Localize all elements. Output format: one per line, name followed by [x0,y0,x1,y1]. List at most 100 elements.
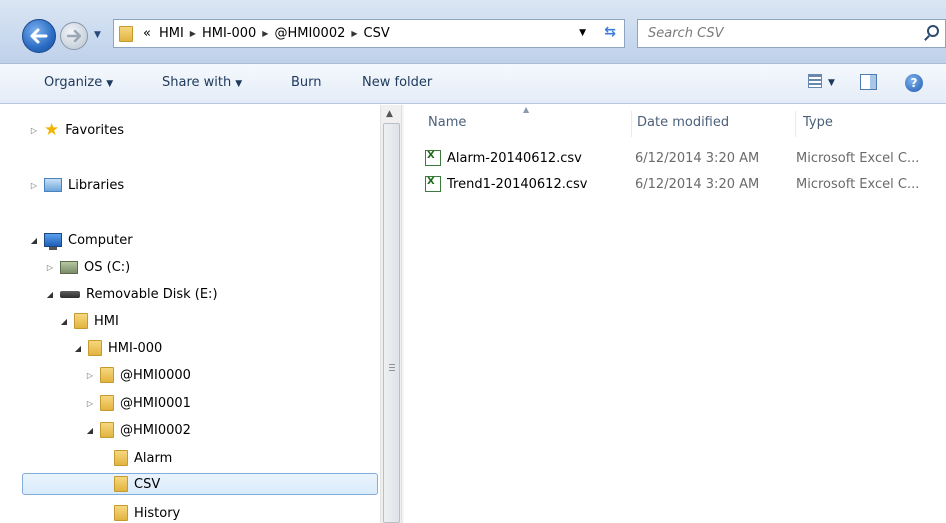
organize-label: Organize [44,75,103,90]
column-divider[interactable] [795,111,796,137]
share-with-label: Share with [162,75,232,90]
recent-pages-chevron-icon[interactable]: ▼ [94,30,101,40]
tree-item-libraries[interactable]: ▷ Libraries [28,174,124,196]
file-row[interactable]: Trend1-20140612.csv 6/12/2014 3:20 AM Mi… [425,173,946,195]
file-row[interactable]: Alarm-20140612.csv 6/12/2014 3:20 AM Mic… [425,147,946,169]
tree-item-history[interactable]: History [98,502,180,523]
search-input[interactable] [638,20,908,47]
collapse-icon[interactable]: ◢ [44,290,56,299]
file-date-modified: 6/12/2014 3:20 AM [635,176,760,192]
collapse-icon[interactable]: ◢ [72,344,84,353]
removable-disk-icon [60,290,80,298]
tree-item-os-drive[interactable]: ▷ OS (C:) [44,256,130,278]
address-dropdown-icon[interactable]: ▼ [579,28,586,38]
excel-file-icon [425,150,441,166]
scrollbar-thumb[interactable] [383,123,400,523]
tree-item-label: Alarm [134,450,173,466]
address-bar-region: ▼ « HMI ▶ HMI-000 ▶ @HMI0002 ▶ CSV ▼ ⇆ [0,0,946,64]
collapse-icon[interactable]: ◢ [58,317,70,326]
tree-item-hmi0002[interactable]: ◢ @HMI0002 [84,419,191,441]
breadcrumb-hmi0002[interactable]: @HMI0002 [270,26,349,41]
folder-icon [114,505,128,521]
breadcrumb-hmi[interactable]: HMI [155,26,188,41]
expand-icon[interactable]: ▷ [28,126,40,135]
folder-icon [88,340,102,356]
drive-icon [60,260,78,274]
forward-button[interactable] [60,22,88,50]
tree-item-label: @HMI0000 [120,367,191,383]
sort-ascending-icon: ▲ [523,105,530,114]
tree-item-label: OS (C:) [84,259,131,275]
tree-item-hmi0000[interactable]: ▷ @HMI0000 [84,364,191,386]
tree-item-hmi-000[interactable]: ◢ HMI-000 [72,337,162,359]
expand-icon[interactable]: ▷ [44,263,56,272]
folder-icon [100,422,114,438]
file-type: Microsoft Excel C... [796,150,920,166]
expand-icon[interactable]: ▷ [84,399,96,408]
change-view-icon[interactable] [808,74,822,88]
chevron-down-icon: ▼ [235,79,243,89]
share-with-menu[interactable]: Share with ▼ [162,75,242,90]
tree-item-favorites[interactable]: ▷ ★ Favorites [28,119,124,141]
tree-item-label: @HMI0002 [120,422,191,438]
chevron-right-icon[interactable]: ▶ [349,29,359,38]
folder-icon [100,367,114,383]
tree-item-removable-disk[interactable]: ◢ Removable Disk (E:) [44,283,218,305]
new-folder-button[interactable]: New folder [362,75,432,90]
breadcrumb-hmi-000[interactable]: HMI-000 [198,26,260,41]
file-list: Name ▲ Date modified Type Alarm-20140612… [405,105,946,523]
tree-item-label: Libraries [68,177,125,193]
breadcrumb-csv[interactable]: CSV [360,26,394,41]
pane-splitter[interactable] [401,105,404,523]
folder-icon [100,395,114,411]
file-date-modified: 6/12/2014 3:20 AM [635,150,760,166]
computer-icon [44,233,62,250]
tree-item-csv[interactable]: CSV [22,473,378,495]
file-name: Trend1-20140612.csv [447,176,588,192]
tree-item-label: HMI [94,313,119,329]
organize-menu[interactable]: Organize ▼ [44,75,113,90]
column-header-type[interactable]: Type [803,115,833,130]
navigation-pane: ▷ ★ Favorites ▷ Libraries ◢ Computer ▷ O… [0,105,401,523]
tree-item-label: CSV [134,476,161,492]
forward-arrow-icon [67,30,81,42]
navigation-scrollbar[interactable]: ▲ [380,105,401,523]
address-bar[interactable]: « HMI ▶ HMI-000 ▶ @HMI0002 ▶ CSV ▼ ⇆ [113,19,625,48]
excel-file-icon [425,176,441,192]
search-box[interactable] [637,19,946,48]
collapse-icon[interactable]: ◢ [84,426,96,435]
back-button[interactable] [22,19,56,53]
collapse-icon[interactable]: ◢ [28,236,40,245]
library-icon [44,178,62,192]
column-divider[interactable] [631,111,632,137]
expand-icon[interactable]: ▷ [84,371,96,380]
grip-icon [389,364,395,372]
search-icon[interactable] [927,25,939,37]
back-arrow-icon [30,28,48,44]
tree-item-label: Computer [68,232,133,248]
file-name: Alarm-20140612.csv [447,150,582,166]
breadcrumb-overflow[interactable]: « [139,26,155,41]
tree-item-label: History [134,505,181,521]
tree-item-computer[interactable]: ◢ Computer [28,229,133,251]
breadcrumb: « HMI ▶ HMI-000 ▶ @HMI0002 ▶ CSV [139,26,394,41]
tree-item-alarm[interactable]: Alarm [98,447,172,469]
column-header-label: Name [428,115,467,130]
tree-item-hmi0001[interactable]: ▷ @HMI0001 [84,392,191,414]
chevron-right-icon[interactable]: ▶ [188,29,198,38]
refresh-icon[interactable]: ⇆ [604,24,616,40]
command-toolbar: Organize ▼ Share with ▼ Burn New folder ▼ … [0,64,946,104]
tree-item-hmi[interactable]: ◢ HMI [58,310,119,332]
preview-pane-icon[interactable] [860,74,877,90]
folder-icon [114,450,128,466]
help-icon[interactable]: ? [905,74,923,92]
tree-item-label: @HMI0001 [120,395,191,411]
column-header-name[interactable]: Name [428,115,466,130]
expand-icon[interactable]: ▷ [28,181,40,190]
chevron-right-icon[interactable]: ▶ [260,29,270,38]
scroll-up-icon[interactable]: ▲ [386,109,393,119]
file-type: Microsoft Excel C... [796,176,920,192]
view-options-chevron-icon[interactable]: ▼ [828,78,835,88]
column-header-date-modified[interactable]: Date modified [637,115,729,130]
burn-button[interactable]: Burn [291,75,322,90]
